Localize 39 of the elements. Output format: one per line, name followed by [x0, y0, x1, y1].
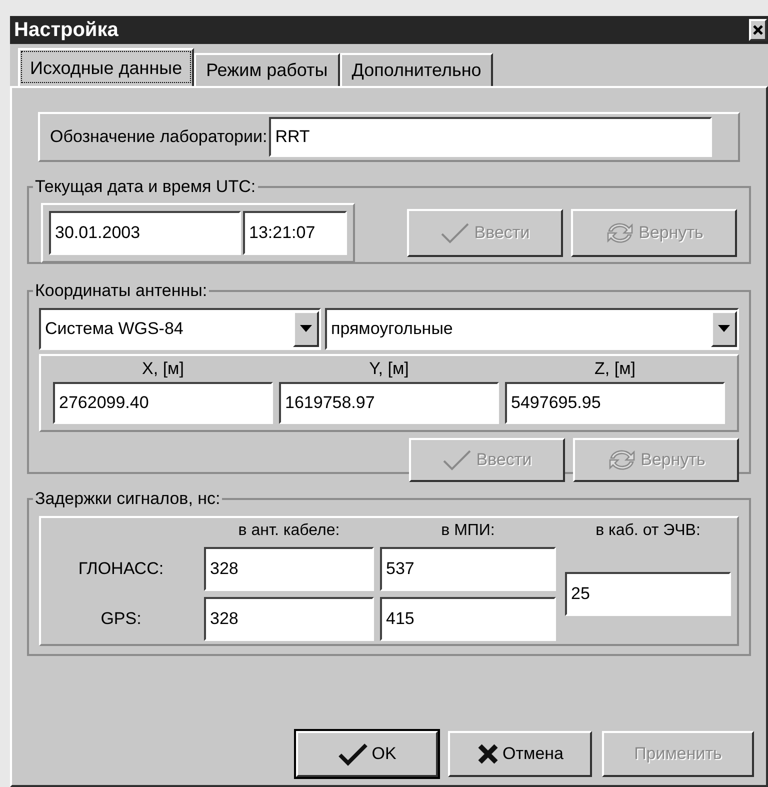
- refresh-icon: [604, 220, 635, 246]
- cancel-button[interactable]: Отмена: [448, 731, 592, 777]
- group-title: Координаты антенны:: [34, 281, 208, 300]
- date-field[interactable]: 30.01.2003: [49, 211, 241, 255]
- delay-field[interactable]: 415: [380, 597, 556, 641]
- checkmark-icon: [442, 448, 472, 472]
- group-title: Текущая дата и время UTC:: [34, 177, 257, 196]
- tab[interactable]: Режим работы: [194, 53, 340, 86]
- close-button[interactable]: [749, 19, 767, 41]
- close-icon: [476, 743, 498, 765]
- coordinate-field[interactable]: 1619758.97: [279, 382, 499, 424]
- time-field[interactable]: 13:21:07: [243, 211, 347, 255]
- delay-field[interactable]: 328: [204, 597, 374, 641]
- column-header: X, [м]: [141, 358, 185, 380]
- delay-field[interactable]: 25: [565, 572, 731, 616]
- checkmark-icon: [440, 221, 470, 245]
- refresh-icon: [606, 447, 637, 473]
- dropdown[interactable]: прямоугольные: [325, 308, 739, 350]
- group-title: Задержки сигналов, нс:: [34, 489, 222, 508]
- coordinate-field[interactable]: 2762099.40: [53, 382, 273, 424]
- window-title: Настройка: [14, 18, 118, 43]
- row-label: GPS:: [100, 608, 142, 630]
- close-icon: [753, 25, 763, 35]
- laboratory-field[interactable]: RRT: [269, 117, 712, 157]
- coordinate-field[interactable]: 5497695.95: [505, 382, 725, 424]
- delay-field[interactable]: 328: [204, 547, 374, 591]
- ok-button[interactable]: OK: [296, 731, 438, 777]
- column-header: Z, [м]: [594, 358, 636, 380]
- row-label: ГЛОНАСС:: [77, 558, 165, 580]
- column-header: Y, [м]: [368, 358, 410, 380]
- column-header: в ант. кабеле:: [237, 521, 341, 541]
- tab[interactable]: Исходные данные: [18, 48, 194, 86]
- checkmark-icon: [338, 742, 368, 766]
- field-label: Обозначение лаборатории:: [50, 126, 268, 148]
- tab[interactable]: Дополнительно: [340, 53, 494, 86]
- delay-field[interactable]: 537: [380, 547, 556, 591]
- dropdown[interactable]: Система WGS-84: [39, 308, 321, 350]
- column-header: в каб. от ЭЧВ:: [594, 521, 702, 541]
- column-header: в МПИ:: [440, 521, 496, 541]
